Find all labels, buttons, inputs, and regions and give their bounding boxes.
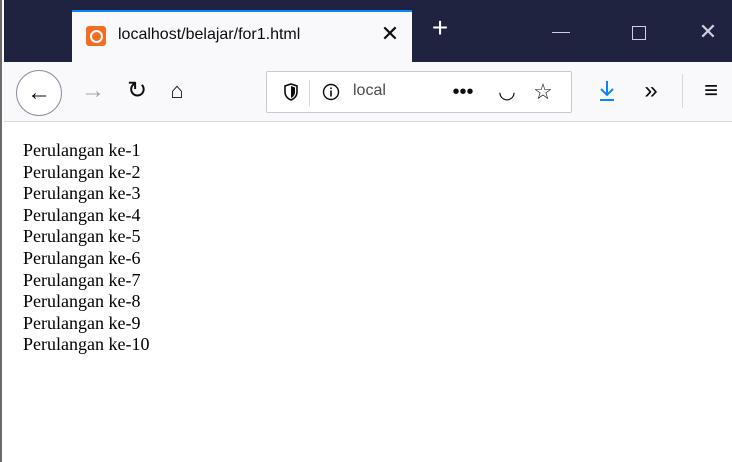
xampp-favicon-icon [86, 26, 106, 46]
minimize-icon[interactable] [552, 32, 570, 33]
loop-output-line: Perulangan ke-8 [23, 291, 141, 312]
hamburger-menu-icon[interactable]: ≡ [696, 76, 726, 106]
loop-output-line: Perulangan ke-1 [23, 140, 141, 160]
page-content: Perulangan ke-1 Perulangan ke-2 Perulang… [23, 140, 149, 356]
new-tab-icon[interactable]: + [424, 14, 456, 46]
address-bar[interactable]: local ••• ◡ ☆ [266, 71, 572, 113]
loop-output-line: Perulangan ke-4 [23, 204, 141, 225]
maximize-icon[interactable] [632, 26, 646, 40]
tab-bar: localhost/belajar/for1.html ✕ + ✕ [4, 0, 732, 62]
tab-close-icon[interactable]: ✕ [376, 20, 404, 48]
bookmark-star-icon[interactable]: ☆ [529, 78, 557, 106]
forward-arrow-icon[interactable]: → [78, 76, 108, 106]
overflow-chevron-icon[interactable]: » [636, 76, 666, 106]
page-actions-menu-icon[interactable]: ••• [447, 78, 479, 106]
active-tab[interactable]: localhost/belajar/for1.html ✕ [72, 10, 412, 62]
download-icon[interactable] [592, 76, 622, 106]
back-arrow-icon: ← [27, 79, 51, 106]
navigation-toolbar: ← → ↻ ⌂ local ••• ◡ ☆ » ≡ [4, 62, 732, 122]
loop-output-line: Perulangan ke-3 [23, 183, 141, 204]
loop-output-line: Perulangan ke-9 [23, 312, 141, 333]
url-text[interactable]: local [353, 82, 413, 100]
reload-icon[interactable]: ↻ [122, 76, 152, 106]
loop-output-line: Perulangan ke-2 [23, 161, 141, 182]
tab-title: localhost/belajar/for1.html [118, 26, 301, 43]
pocket-icon[interactable]: ◡ [493, 78, 521, 106]
window-close-icon[interactable]: ✕ [694, 18, 722, 46]
address-bar-separator [309, 80, 310, 106]
home-icon[interactable]: ⌂ [162, 76, 192, 106]
site-info-icon[interactable] [319, 80, 343, 104]
browser-window: localhost/belajar/for1.html ✕ + ✕ ← → ↻ … [0, 0, 732, 462]
back-button[interactable]: ← [16, 70, 62, 116]
toolbar-separator [682, 74, 683, 108]
loop-output-line: Perulangan ke-5 [23, 226, 141, 247]
loop-output-line: Perulangan ke-7 [23, 269, 141, 290]
loop-output-line: Perulangan ke-6 [23, 247, 141, 268]
loop-output-line: Perulangan ke-10 [23, 334, 150, 355]
tracking-protection-shield-icon[interactable] [279, 80, 303, 104]
